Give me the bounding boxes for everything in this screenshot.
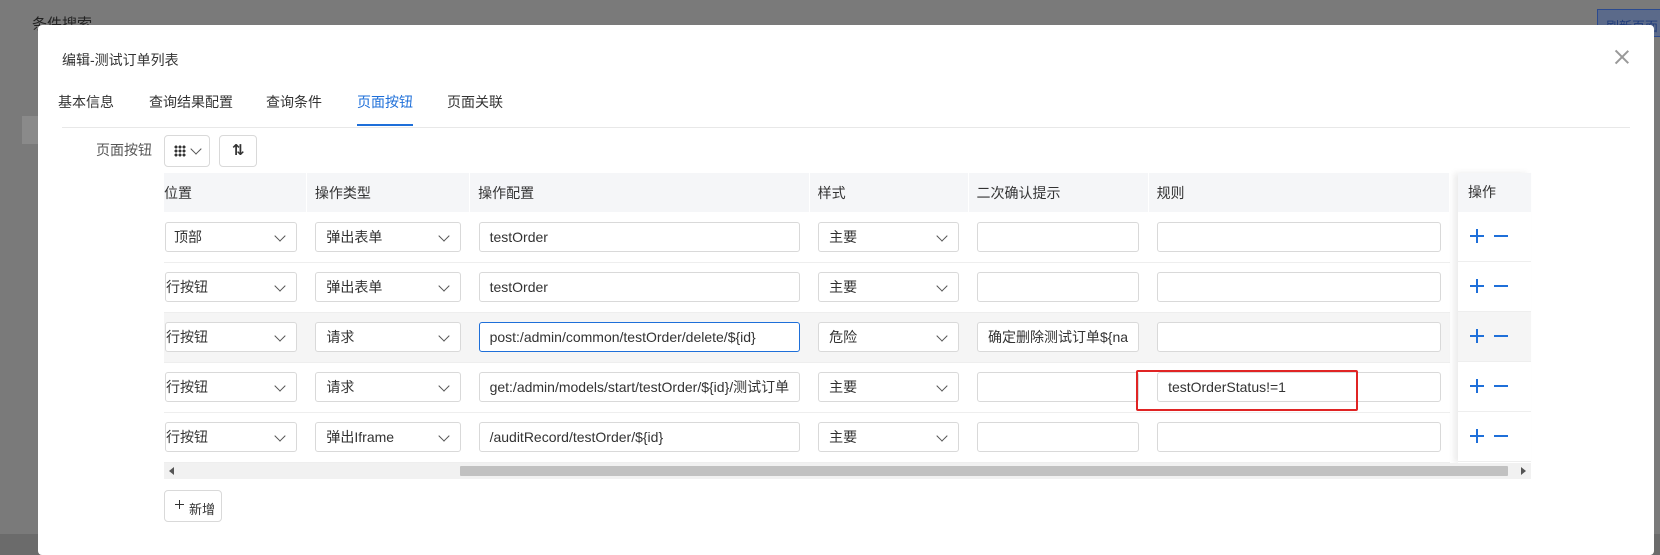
header-op-type: 操作类型 [306, 173, 471, 212]
highlight-box [1136, 370, 1358, 411]
remove-row-icon[interactable] [1494, 279, 1508, 293]
scroll-left-icon[interactable] [169, 467, 174, 475]
rule-input[interactable] [1157, 422, 1441, 452]
close-icon[interactable] [1614, 49, 1630, 65]
op-config-input[interactable]: testOrder [478, 221, 801, 252]
confirm-input[interactable] [977, 272, 1140, 302]
tab-page-links[interactable]: 页面关联 [447, 87, 503, 126]
confirm-input[interactable] [977, 372, 1140, 402]
header-op-config: 操作配置 [469, 173, 810, 212]
scroll-thumb[interactable] [460, 466, 1508, 476]
position-select[interactable]: 行按钮 [165, 422, 298, 452]
column-settings-button[interactable] [164, 135, 210, 167]
op-type-select[interactable]: 请求 [315, 372, 461, 402]
table-row: 行按钮 弹出Iframe /auditRecord/testOrder/${id… [164, 412, 1450, 463]
header-confirm: 二次确认提示 [968, 173, 1149, 212]
sort-icon: ⇅ [232, 142, 245, 159]
chevron-down-icon [190, 143, 202, 155]
remove-row-icon[interactable] [1494, 229, 1508, 243]
op-config-input[interactable]: get:/admin/models/start/testOrder/${id}/… [478, 372, 801, 402]
tab-bar: 基本信息 查询结果配置 查询条件 页面按钮 页面关联 [58, 87, 1630, 128]
row-operations [1458, 262, 1531, 312]
op-type-select[interactable]: 弹出Iframe [315, 422, 461, 452]
page-buttons-label: 页面按钮 [96, 142, 152, 158]
modal-title: 编辑-测试订单列表 [62, 52, 179, 68]
tab-basic-info[interactable]: 基本信息 [58, 87, 114, 126]
rule-input[interactable] [1157, 272, 1441, 302]
plus-icon [175, 498, 184, 511]
remove-row-icon[interactable] [1494, 429, 1508, 443]
horizontal-scrollbar[interactable] [164, 463, 1531, 479]
confirm-input[interactable] [977, 221, 1140, 252]
buttons-table: 位置 操作类型 操作配置 样式 二次确认提示 规则 顶部 弹出表单 testOr… [164, 173, 1458, 463]
operations-column: 操作 [1458, 173, 1531, 463]
header-position: 位置 [164, 173, 307, 212]
remove-row-icon[interactable] [1494, 379, 1508, 393]
style-select[interactable]: 主要 [818, 422, 960, 452]
position-select[interactable]: 行按钮 [165, 322, 298, 352]
add-row-icon[interactable] [1470, 379, 1484, 393]
tab-page-buttons[interactable]: 页面按钮 [357, 87, 413, 126]
add-row-icon[interactable] [1470, 429, 1484, 443]
header-rule: 规则 [1148, 173, 1451, 212]
row-operations [1458, 212, 1531, 262]
remove-row-icon[interactable] [1494, 329, 1508, 343]
style-select[interactable]: 主要 [818, 272, 960, 302]
rule-input[interactable] [1157, 322, 1441, 352]
row-operations [1458, 362, 1531, 412]
row-operations [1458, 312, 1531, 362]
tab-query-result-config[interactable]: 查询结果配置 [149, 87, 233, 126]
row-operations [1458, 412, 1531, 462]
table-row: 行按钮 请求 post:/admin/common/testOrder/dele… [164, 312, 1450, 363]
position-select[interactable]: 顶部 [165, 221, 298, 252]
op-type-select[interactable]: 弹出表单 [315, 221, 461, 252]
grid-icon [174, 145, 186, 157]
add-row-icon[interactable] [1470, 279, 1484, 293]
position-select[interactable]: 行按钮 [165, 272, 298, 302]
background-grid-icon [22, 116, 38, 144]
style-select[interactable]: 主要 [818, 221, 960, 252]
position-select[interactable]: 行按钮 [165, 372, 298, 402]
confirm-input[interactable] [977, 422, 1140, 452]
table-row: 行按钮 弹出表单 testOrder 主要 [164, 262, 1450, 313]
add-button[interactable]: 新增 [164, 490, 222, 522]
header-operations: 操作 [1458, 173, 1531, 212]
tab-query-conditions[interactable]: 查询条件 [266, 87, 322, 126]
scroll-right-icon[interactable] [1521, 467, 1526, 475]
op-config-input[interactable]: testOrder [478, 272, 801, 302]
style-select[interactable]: 危险 [818, 322, 960, 352]
add-row-icon[interactable] [1470, 229, 1484, 243]
add-button-label: 新增 [189, 502, 216, 517]
sort-button[interactable]: ⇅ [219, 135, 257, 167]
op-type-select[interactable]: 弹出表单 [315, 272, 461, 302]
add-row-icon[interactable] [1470, 329, 1484, 343]
confirm-input[interactable]: 确定删除测试订单${na [977, 322, 1140, 352]
rule-input[interactable] [1157, 221, 1441, 252]
header-style: 样式 [809, 173, 969, 212]
op-type-select[interactable]: 请求 [315, 322, 461, 352]
op-config-input[interactable]: post:/admin/common/testOrder/delete/${id… [478, 322, 801, 352]
table-row: 顶部 弹出表单 testOrder 主要 [164, 212, 1450, 263]
style-select[interactable]: 主要 [818, 372, 960, 402]
op-config-input[interactable]: /auditRecord/testOrder/${id} [478, 422, 801, 452]
